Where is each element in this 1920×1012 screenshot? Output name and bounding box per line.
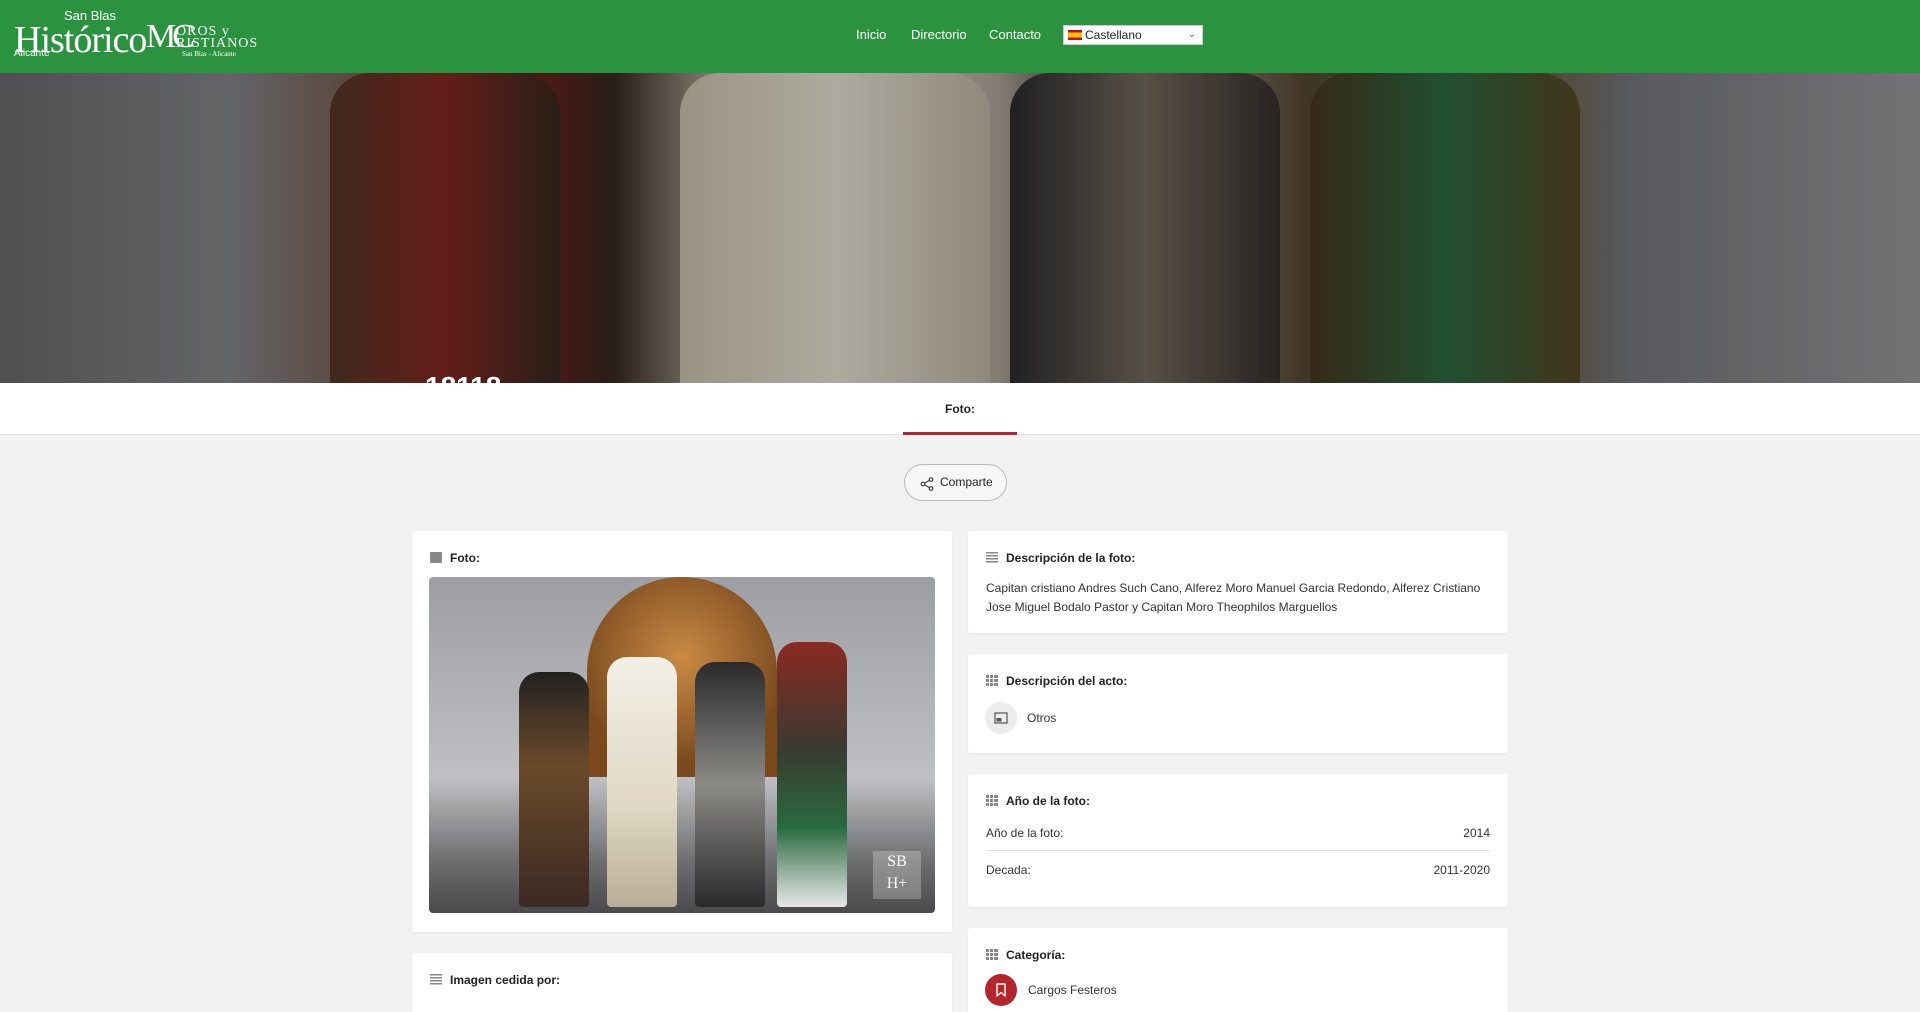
description-card-title-text: Descripción de la foto:	[1006, 551, 1136, 565]
text-lines-icon	[986, 552, 998, 563]
act-value: Otros	[1027, 711, 1057, 725]
year-label: Año de la foto:	[986, 826, 1064, 840]
bookmark-icon	[996, 983, 1006, 997]
watermark-line2: H+	[886, 875, 908, 892]
row-divider	[986, 850, 1490, 851]
san-blas-historico-logo[interactable]: San Blas Histórico Alicante	[12, 8, 147, 61]
donor-card: Imagen cedida por:	[412, 953, 952, 1012]
decade-row: Decada: 2011-2020	[986, 863, 1490, 877]
language-select[interactable]: Castellano ⌄	[1063, 25, 1203, 45]
year-card: Año de la foto: Año de la foto: 2014 Dec…	[968, 774, 1508, 907]
donor-card-title-text: Imagen cedida por:	[450, 973, 561, 987]
act-card: Descripción del acto: Otros	[968, 654, 1508, 753]
category-card-title-text: Categoría:	[1006, 948, 1066, 962]
image-icon	[430, 552, 442, 563]
event-photo[interactable]: SB H+	[429, 577, 935, 913]
category-link[interactable]: Cargos Festeros	[1028, 983, 1117, 997]
year-row: Año de la foto: 2014	[986, 826, 1490, 840]
description-card: Descripción de la foto: Capitan cristian…	[968, 531, 1508, 633]
photo-person	[607, 657, 677, 907]
donor-card-title: Imagen cedida por:	[430, 973, 560, 987]
moros-cristianos-logo[interactable]: MC OROS y RISTIANOS San Blas - Alicante	[146, 20, 257, 60]
share-label: Comparte	[940, 475, 993, 489]
category-card: Categoría: Cargos Festeros	[968, 928, 1508, 1012]
grid-icon	[986, 949, 998, 960]
logo-bottom-text: Alicante	[14, 48, 50, 59]
photo-description: Capitan cristiano Andres Such Cano, Alfe…	[986, 581, 1481, 614]
act-icon-badge	[985, 702, 1017, 734]
category-card-title: Categoría:	[986, 948, 1065, 962]
top-navbar: San Blas Histórico Alicante MC OROS y RI…	[0, 0, 1920, 73]
watermark-line1: SB	[887, 853, 907, 870]
photo-person	[695, 662, 765, 907]
nav-inicio[interactable]: Inicio	[856, 27, 886, 42]
logo-line3: San Blas - Alicante	[182, 50, 236, 58]
category-icon-badge	[985, 974, 1017, 1006]
share-icon	[920, 477, 934, 491]
tab-bar: Foto:	[0, 383, 1920, 435]
share-button[interactable]: Comparte	[904, 464, 1007, 501]
act-card-title-text: Descripción del acto:	[1006, 674, 1128, 688]
picture-in-picture-icon	[994, 712, 1008, 724]
spain-flag-icon	[1068, 30, 1082, 40]
tab-foto[interactable]: Foto:	[903, 383, 1017, 435]
text-lines-icon	[430, 974, 442, 985]
year-card-title-text: Año de la foto:	[1006, 794, 1090, 808]
language-value: Castellano	[1085, 28, 1142, 42]
hero-banner: 18118	[0, 73, 1920, 383]
chevron-down-icon: ⌄	[1187, 29, 1196, 40]
photo-card-title: Foto:	[430, 551, 480, 565]
act-card-title: Descripción del acto:	[986, 674, 1127, 688]
year-card-title: Año de la foto:	[986, 794, 1090, 808]
photo-person	[519, 672, 589, 907]
description-card-title: Descripción de la foto:	[986, 551, 1135, 565]
photo-card: Foto: SB H+	[412, 531, 952, 932]
nav-contacto[interactable]: Contacto	[989, 27, 1041, 42]
hero-overlay	[0, 73, 1920, 383]
watermark-logo: SB H+	[873, 851, 921, 899]
grid-icon	[986, 675, 998, 686]
decade-value: 2011-2020	[1433, 863, 1491, 877]
nav-directorio[interactable]: Directorio	[911, 27, 967, 42]
photo-card-title-text: Foto:	[450, 551, 480, 565]
photo-person	[777, 642, 847, 907]
grid-icon	[986, 795, 998, 806]
decade-label: Decada:	[986, 863, 1031, 877]
page-title: 18118	[425, 371, 501, 383]
year-value: 2014	[1463, 826, 1490, 840]
